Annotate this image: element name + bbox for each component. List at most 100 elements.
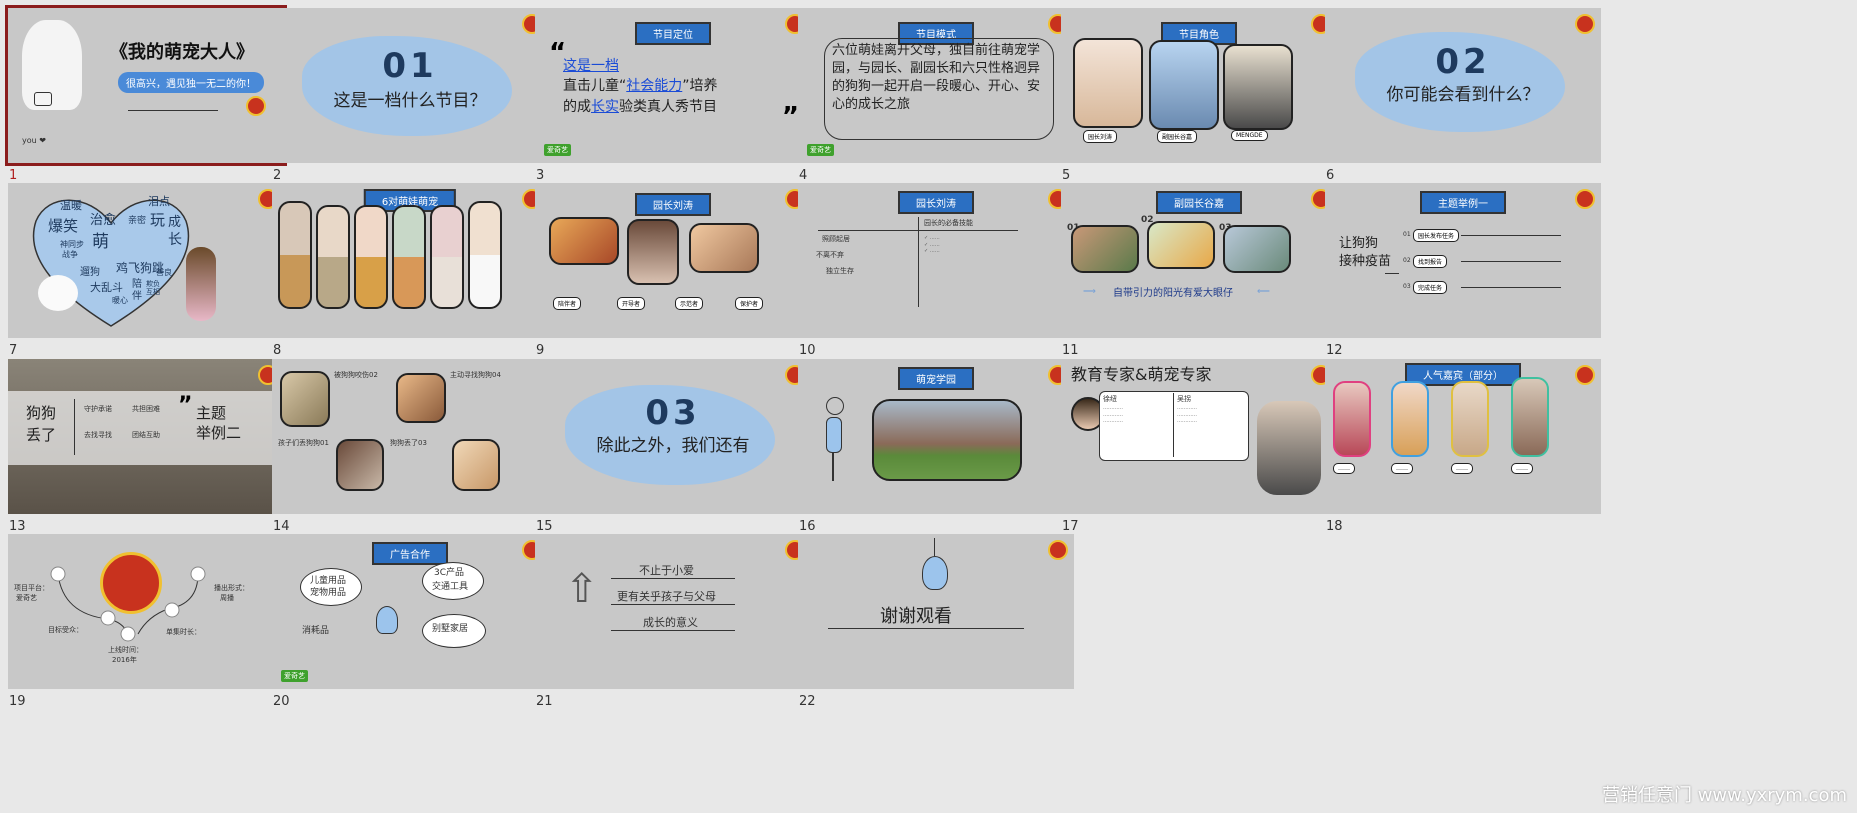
item-label: 完成任务	[1413, 281, 1448, 294]
slide-15-canvas: 03 除此之外，我们还有	[535, 359, 811, 514]
timeline-curve	[50, 566, 206, 642]
story-heading: 被狗狗咬伤02	[334, 371, 378, 379]
item-number: 01	[1403, 231, 1411, 238]
slide-4-body: 六位萌娃离开父母，独自前往萌宠学园，与园长、副园长和六只性格迥异的狗狗一起开启一…	[832, 43, 1041, 112]
ad-category: 3C产品	[434, 568, 465, 578]
tag-label: 去找寻找	[84, 431, 112, 439]
show-logo-icon	[1048, 540, 1068, 560]
pair-photo	[430, 205, 464, 309]
word-cloud-item: 伴	[132, 291, 142, 302]
pair-photo	[468, 201, 502, 309]
story-heading: 孩子们丢狗狗01	[278, 439, 329, 447]
divider	[1385, 273, 1399, 274]
slide-number: 15	[536, 519, 553, 534]
word-cloud-item: 战争	[62, 250, 78, 259]
tag-label: 团结互助	[132, 431, 160, 439]
section-number: 03	[645, 393, 701, 433]
camera-icon	[34, 92, 52, 106]
slide-banner: 园长刘涛	[898, 191, 974, 214]
stick-figure-body	[826, 417, 842, 453]
pair-photo	[392, 205, 426, 309]
topic-text: 接种疫苗	[1339, 254, 1392, 269]
slide-number: 20	[273, 694, 290, 709]
scene-photo	[452, 439, 500, 491]
slide-number: 8	[273, 343, 282, 358]
show-logo-icon	[1575, 14, 1595, 34]
slide-number: 13	[9, 519, 26, 534]
slide-title: 教育专家&萌宠专家	[1071, 365, 1212, 384]
slide-number: 12	[1326, 343, 1343, 358]
brand-badge: 爱奇艺	[281, 670, 308, 682]
scene-photo	[627, 219, 679, 285]
slide-13-canvas: 狗狗丢了 守护承诺 共担困难 去找寻找 团结互助 ” 主题 举例二	[8, 359, 284, 514]
word-cloud-item: 成	[168, 215, 182, 230]
section-title: 这是一档什么节目？	[333, 91, 487, 111]
slide-10-canvas: 园长刘涛 园长的必备技能 照顾起居 不离不弃 独立生存 ✓ …… ✓ …… ✓ ……	[798, 183, 1074, 338]
scene-photo	[689, 223, 759, 273]
role-label: 园长刘涛	[1083, 130, 1118, 143]
slide-22-canvas: 谢谢观看	[798, 534, 1074, 689]
slide-21-canvas: ⇧ 不止于小爱 更有关乎孩子与父母 成长的意义	[535, 534, 811, 689]
role-label: MENGDE	[1231, 130, 1268, 141]
girl-image	[186, 247, 216, 321]
slide-17-canvas: 教育专家&萌宠专家 徐纽 吴拐 ……………………………… ………………………………	[1061, 359, 1337, 514]
brand-badge: 爱奇艺	[807, 144, 834, 156]
word-cloud-item: 玩	[150, 211, 166, 229]
highlight-text: 社会能力	[626, 78, 683, 95]
slide-banner: 节目定位	[635, 22, 711, 45]
role-label: 示范者	[675, 297, 704, 310]
word-cloud-item: 大乱斗	[90, 281, 123, 294]
role-label: 副园长谷嘉	[1157, 130, 1198, 143]
slide-8-canvas: 6对萌娃萌宠	[272, 183, 548, 338]
word-cloud-item: 亲密	[128, 216, 147, 226]
guest-label: ……	[1451, 463, 1473, 474]
slide-7-canvas: 温暖 泪点 爆笑 治愈 亲密 玩 成 神同步 萌 长 战争 遛狗 鸡飞狗跳 大乱…	[8, 183, 284, 338]
info-label: 项目平台：	[14, 584, 49, 592]
ad-category: 别墅家居	[432, 624, 469, 634]
lightbulb-icon	[922, 556, 948, 590]
closing-line: 成长的意义	[643, 616, 698, 629]
topic-title: 举例二	[196, 424, 242, 442]
expert-card	[1099, 391, 1249, 461]
info-label: 目标受众：	[48, 626, 83, 634]
scene-photo	[280, 371, 330, 427]
ad-category: 儿童用品	[310, 576, 347, 586]
slide-12-canvas: 主题举例一 让狗狗 接种疫苗 01 园长发布任务 02 找到报告 03 完成任务	[1325, 183, 1601, 338]
slide-2-canvas: 01 这是一档什么节目？	[272, 8, 548, 163]
ad-category: 交通工具	[432, 582, 469, 592]
closing-line: 不止于小爱	[639, 564, 694, 577]
item-label: 找到报告	[1413, 255, 1448, 268]
slide-number: 10	[799, 343, 816, 358]
guest-photo	[1391, 381, 1429, 457]
body-text: 直击儿童“	[563, 78, 627, 95]
expert-name: 徐纽	[1103, 395, 1117, 403]
guest-photo	[1451, 381, 1489, 457]
lightbulb-icon	[376, 606, 398, 634]
stick-figure-leg	[832, 453, 834, 481]
guest-photo	[1333, 381, 1371, 457]
word-cloud-item: 萌	[92, 232, 109, 252]
section-number: 02	[1435, 42, 1491, 82]
arrow-right-icon: ⟸	[1257, 287, 1270, 297]
stick-figure-head	[826, 397, 844, 415]
body-text: 的成	[563, 98, 591, 115]
guest-label: ……	[1391, 463, 1413, 474]
campus-photo	[872, 399, 1022, 481]
slide-sorter-grid: 《我的萌宠大人》 很高兴，遇见独一无二的你！ you ❤ 1 01 这是一档什么…	[0, 0, 1857, 813]
word-cloud-item: 互相	[146, 288, 160, 296]
role-label: 开导者	[617, 297, 646, 310]
item-number: 02	[1403, 257, 1411, 264]
slide-number: 2	[273, 168, 282, 183]
scene-photo	[336, 439, 384, 491]
expert-with-dog-image	[1257, 401, 1321, 495]
slide-1-subtitle: 很高兴，遇见独一无二的你！	[118, 72, 264, 93]
slide-number: 22	[799, 694, 816, 709]
slide-4-canvas: 节目模式 六位萌娃离开父母，独自前往萌宠学园，与园长、副园长和六只性格迥异的狗狗…	[798, 8, 1074, 163]
word-cloud-item: 泪点	[148, 195, 170, 208]
info-value: 周播	[220, 594, 234, 602]
skill-detail: ✓ …… ✓ …… ✓ ……	[924, 235, 940, 254]
portrait-photo	[1149, 40, 1219, 130]
slide-banner: 广告合作	[372, 542, 448, 565]
body-text: ”培养	[682, 78, 718, 95]
scene-photo	[1071, 225, 1139, 273]
